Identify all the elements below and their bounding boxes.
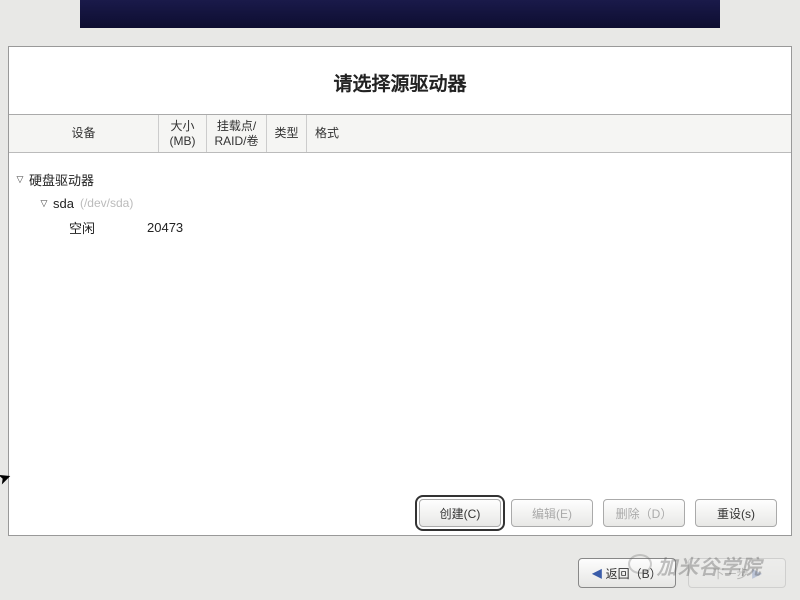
free-size: 20473 <box>147 220 183 235</box>
delete-button[interactable]: 删除（D） <box>603 499 685 527</box>
col-size[interactable]: 大小 (MB) <box>159 115 207 152</box>
col-device[interactable]: 设备 <box>9 115 159 152</box>
top-banner <box>80 0 720 28</box>
col-size-label1: 大小 <box>170 119 194 133</box>
expand-icon[interactable]: ▽ <box>37 198 51 209</box>
partition-table: 设备 大小 (MB) 挂载点/ RAID/卷 类型 格式 ▽ 硬盘驱动器 <box>9 114 791 535</box>
col-type[interactable]: 类型 <box>267 115 307 152</box>
arrow-right-icon: ▶ <box>752 566 761 580</box>
col-device-label: 设备 <box>71 126 95 140</box>
root-label: 硬盘驱动器 <box>29 170 94 189</box>
back-label: 返回（B） <box>606 565 662 582</box>
disk-label: sda <box>53 196 74 211</box>
tree-free-row[interactable]: 空闲 20473 <box>9 215 791 239</box>
next-button[interactable]: 下一步 ▶ <box>688 558 786 588</box>
col-format-label: 格式 <box>315 126 339 140</box>
create-button[interactable]: 创建(C) <box>419 499 501 527</box>
disk-path: (/dev/sda) <box>80 196 133 210</box>
col-type-label: 类型 <box>274 126 298 140</box>
reset-button[interactable]: 重设(s) <box>695 499 777 527</box>
nav-buttons: ◀ 返回（B） 下一步 ▶ <box>578 558 786 588</box>
col-format[interactable]: 格式 <box>307 115 347 152</box>
col-mount-label2: RAID/卷 <box>214 134 258 148</box>
next-label: 下一步 <box>712 565 748 582</box>
tree-disk-row[interactable]: ▽ sda (/dev/sda) <box>9 191 791 215</box>
dialog-title: 请选择源驱动器 <box>9 47 791 114</box>
col-mount[interactable]: 挂载点/ RAID/卷 <box>207 115 267 152</box>
action-buttons: 创建(C) 编辑(E) 删除（D） 重设(s) <box>9 491 791 535</box>
partition-dialog: 请选择源驱动器 设备 大小 (MB) 挂载点/ RAID/卷 类型 格式 ▽ <box>8 46 792 536</box>
free-label: 空闲 <box>69 218 95 237</box>
table-header: 设备 大小 (MB) 挂载点/ RAID/卷 类型 格式 <box>9 115 791 153</box>
col-mount-label1: 挂载点/ <box>217 119 256 133</box>
arrow-left-icon: ◀ <box>592 566 601 580</box>
back-button[interactable]: ◀ 返回（B） <box>578 558 676 588</box>
tree-body: ▽ 硬盘驱动器 ▽ sda (/dev/sda) 空闲 20473 <box>9 153 791 491</box>
edit-button[interactable]: 编辑(E) <box>511 499 593 527</box>
col-size-label2: (MB) <box>170 134 196 148</box>
tree-root-row[interactable]: ▽ 硬盘驱动器 <box>9 167 791 191</box>
expand-icon[interactable]: ▽ <box>13 174 27 185</box>
